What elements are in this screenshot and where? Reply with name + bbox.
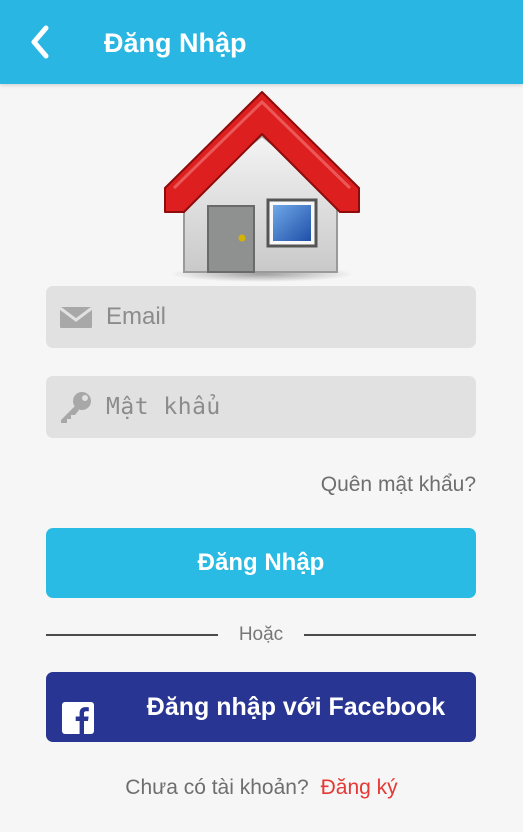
forgot-password-link[interactable]: Quên mật khẩu? [321,472,476,498]
or-label: Hoặc [238,624,284,645]
divider-line-left [46,634,218,636]
app-bar: Đăng Nhập [0,0,523,84]
login-button[interactable]: Đăng Nhập [46,528,476,598]
house-logo-icon [162,88,362,282]
back-arrow-icon[interactable] [22,22,62,62]
facebook-login-label: Đăng nhập với Facebook [146,693,446,721]
divider-line-right [304,634,476,636]
signup-question: Chưa có tài khoản? [125,776,309,799]
signup-row: Chưa có tài khoản? Đăng ký [0,774,523,802]
email-field[interactable] [46,286,476,348]
mail-icon [58,300,94,334]
password-field[interactable] [46,376,476,438]
facebook-icon [62,691,94,734]
page-title: Đăng Nhập [104,28,247,58]
signup-link[interactable]: Đăng ký [321,776,398,799]
key-icon [58,390,94,424]
password-input[interactable] [106,376,466,438]
facebook-login-button[interactable]: Đăng nhập với Facebook [46,672,476,742]
email-input[interactable] [106,286,466,348]
